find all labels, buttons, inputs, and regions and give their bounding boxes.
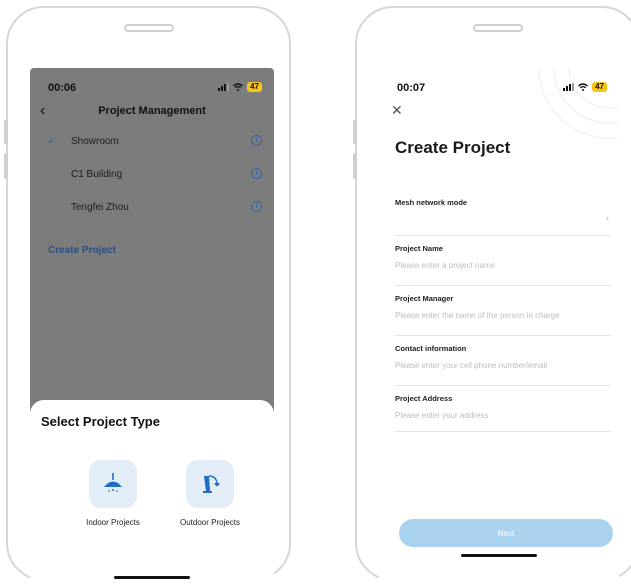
speaker-grille [123, 24, 174, 32]
indoor-projects-option[interactable]: Indoor Projects [68, 460, 158, 527]
project-list: ✓ Showroom i C1 Building i Tengfei Zhou … [30, 128, 274, 227]
phone-frame-left: 00:06 47 ‹ Project Management ✓ Showroom… [4, 6, 291, 585]
sheet-title: Select Project Type [41, 414, 160, 429]
project-manager-field[interactable]: Project Manager Please enter the name of… [395, 294, 611, 336]
field-label: Mesh network mode [395, 198, 468, 207]
mesh-network-mode-field[interactable]: Mesh network mode › [395, 195, 611, 236]
side-button [353, 153, 357, 179]
field-label: Project Address [395, 394, 453, 403]
field-label: Contact information [395, 344, 467, 353]
info-icon[interactable]: i [251, 201, 262, 212]
close-icon[interactable]: ✕ [391, 102, 403, 119]
signal-icon [563, 83, 575, 91]
checkmark-icon: ✓ [47, 136, 56, 147]
info-icon[interactable]: i [251, 168, 262, 179]
contact-information-field[interactable]: Contact information Please enter your ce… [395, 344, 611, 386]
battery-indicator: 47 [592, 82, 607, 92]
info-icon[interactable]: i [251, 135, 262, 146]
create-project-form: Mesh network mode › Project Name Please … [395, 195, 611, 432]
status-bar: 00:07 47 [379, 82, 619, 96]
battery-indicator: 47 [247, 82, 262, 92]
project-name-field[interactable]: Project Name Please enter a project name [395, 244, 611, 286]
outdoor-projects-option[interactable]: Outdoor Projects [165, 460, 255, 527]
project-name: Showroom [71, 136, 119, 147]
street-lamp-icon [186, 460, 234, 508]
status-time: 00:06 [48, 82, 77, 94]
home-indicator [461, 554, 537, 557]
wifi-icon [233, 83, 244, 91]
status-bar: 00:06 47 [30, 82, 274, 96]
contact-information-input[interactable]: Please enter your cell phone number/emai… [395, 361, 611, 373]
project-item-c1-building[interactable]: C1 Building i [30, 161, 274, 194]
project-item-showroom[interactable]: ✓ Showroom i [30, 128, 274, 161]
field-label: Project Name [395, 244, 443, 253]
side-button [4, 153, 8, 179]
speaker-grille [472, 24, 523, 32]
phone-frame-right: 00:07 47 ✕ Create Project Mesh network m… [353, 6, 631, 585]
ceiling-lamp-icon [89, 460, 137, 508]
create-project-screen: 00:07 47 ✕ Create Project Mesh network m… [379, 68, 619, 585]
wifi-icon [578, 83, 589, 91]
side-button [4, 120, 8, 144]
option-label: Indoor Projects [86, 518, 140, 527]
page-title: Create Project [395, 138, 511, 157]
project-name-input[interactable]: Please enter a project name [395, 261, 611, 273]
project-address-field[interactable]: Project Address Please enter your addres… [395, 394, 611, 432]
home-indicator [114, 576, 190, 579]
select-project-type-sheet: Select Project Type Indoor Projects Outd… [30, 400, 274, 585]
project-manager-input[interactable]: Please enter the name of the person in c… [395, 311, 611, 323]
nav-bar: ‹ Project Management [30, 102, 274, 122]
next-button[interactable]: Next [399, 519, 613, 547]
field-label: Project Manager [395, 294, 454, 303]
chevron-right-icon: › [605, 213, 609, 224]
create-project-link[interactable]: Create Project [48, 245, 116, 256]
field-value [395, 215, 611, 227]
project-management-screen: 00:06 47 ‹ Project Management ✓ Showroom… [30, 68, 274, 585]
project-item-tengfei-zhou[interactable]: Tengfei Zhou i [30, 194, 274, 227]
project-name: C1 Building [71, 169, 123, 180]
project-name: Tengfei Zhou [71, 202, 129, 213]
page-title: Project Management [98, 105, 206, 117]
status-time: 00:07 [397, 82, 426, 94]
side-button [353, 120, 357, 144]
signal-icon [218, 83, 230, 91]
project-address-input[interactable]: Please enter your address [395, 411, 611, 423]
option-label: Outdoor Projects [179, 518, 241, 527]
